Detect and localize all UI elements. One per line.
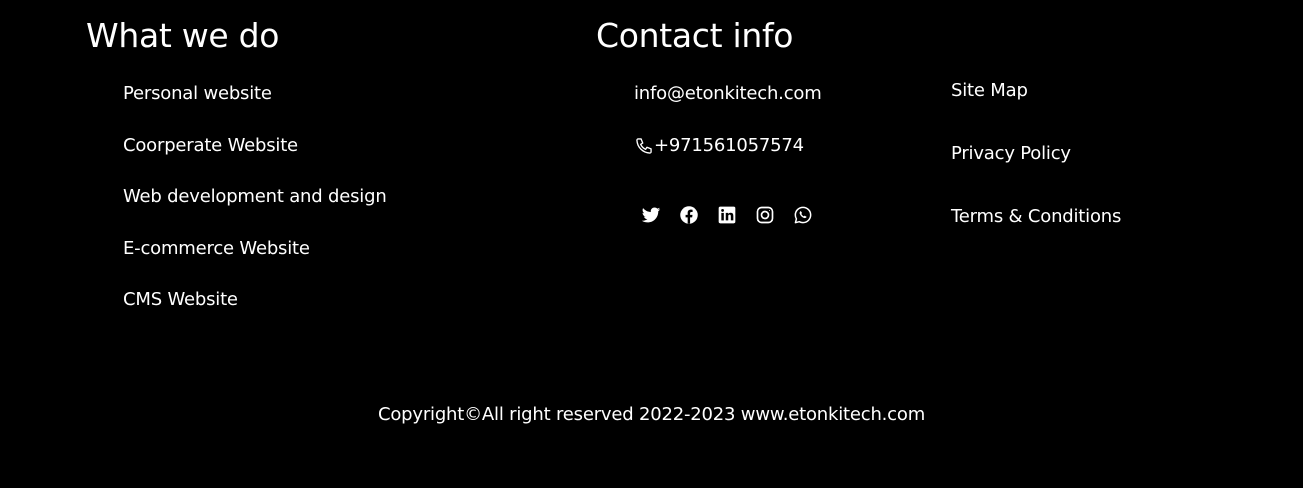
social-links xyxy=(641,204,813,226)
twitter-icon[interactable] xyxy=(641,204,661,226)
phone-text: +971561057574 xyxy=(654,135,804,156)
phone-link[interactable]: +971561057574 xyxy=(634,135,804,157)
facebook-icon[interactable] xyxy=(679,204,699,226)
service-link-personal-website[interactable]: Personal website xyxy=(123,83,272,105)
service-link-corporate-website[interactable]: Coorperate Website xyxy=(123,135,298,157)
copyright-text: Copyright©All right reserved 2022-2023 w… xyxy=(377,404,926,425)
service-link-web-development[interactable]: Web development and design xyxy=(123,186,387,208)
whatsapp-icon[interactable] xyxy=(793,204,813,226)
email-link[interactable]: info@etonkitech.com xyxy=(634,83,822,105)
contact-info-heading: Contact info xyxy=(596,16,794,55)
privacy-policy-link[interactable]: Privacy Policy xyxy=(951,143,1071,165)
email-text: info@etonkitech.com xyxy=(634,83,822,104)
instagram-icon[interactable] xyxy=(755,204,775,226)
terms-conditions-link[interactable]: Terms & Conditions xyxy=(951,206,1121,228)
linkedin-icon[interactable] xyxy=(717,204,737,226)
phone-icon xyxy=(634,136,654,156)
what-we-do-heading: What we do xyxy=(86,16,280,55)
site-footer: What we do Personal website Coorperate W… xyxy=(0,0,1303,488)
service-link-ecommerce-website[interactable]: E-commerce Website xyxy=(123,238,310,260)
service-link-cms-website[interactable]: CMS Website xyxy=(123,289,238,311)
site-map-link[interactable]: Site Map xyxy=(951,80,1028,102)
